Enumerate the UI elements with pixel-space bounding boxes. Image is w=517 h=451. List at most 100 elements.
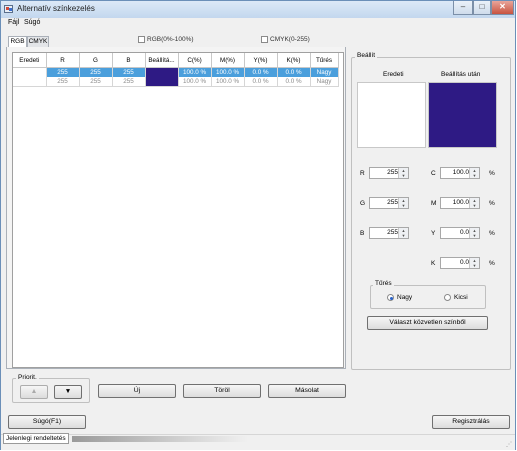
cell: 255 xyxy=(46,77,80,87)
after-label: Beállítás után xyxy=(441,71,481,78)
k-spinbox[interactable]: 0.0 ▲ ▼ xyxy=(440,257,480,269)
delete-button[interactable]: Töröl xyxy=(183,384,261,398)
c-percent: % xyxy=(489,170,495,177)
window-title: Alternatív színkezelés xyxy=(17,4,95,13)
cell-original-swatch xyxy=(13,77,47,87)
r-value: 255 xyxy=(387,169,398,176)
table-header: Eredeti R G B Beállítá... C(%) M(%) Y(%)… xyxy=(13,53,339,68)
k-label: K xyxy=(431,260,436,267)
cmyk-range-label: CMYK(0-255) xyxy=(270,36,310,43)
cell: 255 xyxy=(79,67,113,77)
col-original[interactable]: Eredeti xyxy=(13,53,47,68)
k-spin-arrows[interactable]: ▲ ▼ xyxy=(469,258,479,268)
copy-button[interactable]: Másolat xyxy=(268,384,346,398)
m-value: 100.0 xyxy=(452,199,469,206)
table-row[interactable]: 255 255 255 100.0 % 100.0 % 0.0 % 0.0 % … xyxy=(13,67,339,77)
k-percent: % xyxy=(489,260,495,267)
col-r[interactable]: R xyxy=(46,53,80,68)
b-label: B xyxy=(360,230,365,237)
pick-from-color-button[interactable]: Választ közvetlen színből xyxy=(367,316,488,330)
y-percent: % xyxy=(489,230,495,237)
maximize-button[interactable]: □ xyxy=(473,1,491,15)
y-spin-arrows[interactable]: ▲ ▼ xyxy=(469,228,479,238)
r-spinbox[interactable]: 255 ▲ ▼ xyxy=(369,167,409,179)
color-table-grid: Eredeti R G B Beállítá... C(%) M(%) Y(%)… xyxy=(13,53,339,87)
col-b[interactable]: B xyxy=(112,53,146,68)
minimize-button[interactable]: – xyxy=(453,1,473,15)
cell-setting-swatch xyxy=(145,67,179,77)
g-spinbox[interactable]: 255 ▲ ▼ xyxy=(369,197,409,209)
m-spin-arrows[interactable]: ▲ ▼ xyxy=(469,198,479,208)
col-g[interactable]: G xyxy=(79,53,113,68)
c-value: 100.0 xyxy=(452,169,469,176)
cmyk-range-checkbox[interactable] xyxy=(261,36,268,43)
g-label: G xyxy=(360,200,366,207)
tolerance-large-label: Nagy xyxy=(397,294,413,301)
close-button[interactable]: ✕ xyxy=(491,1,514,15)
cell: 255 xyxy=(79,77,113,87)
cell: 0.0 % xyxy=(244,77,278,87)
y-spinbox[interactable]: 0.0 ▲ ▼ xyxy=(440,227,480,239)
g-spin-arrows[interactable]: ▲ ▼ xyxy=(398,198,408,208)
original-label: Eredeti xyxy=(383,71,404,78)
b-spinbox[interactable]: 255 ▲ ▼ xyxy=(369,227,409,239)
r-label: R xyxy=(360,170,365,177)
cell-setting-swatch xyxy=(145,77,179,87)
settings-label: Beállít xyxy=(355,52,378,59)
r-spin-arrows[interactable]: ▲ ▼ xyxy=(398,168,408,178)
cell: 100.0 % xyxy=(211,67,245,77)
rgb-percent-label: RGB(0%-100%) xyxy=(147,36,194,43)
cell: 0.0 % xyxy=(277,77,311,87)
col-tolerance[interactable]: Tűrés xyxy=(310,53,339,68)
k-value: 0.0 xyxy=(459,259,469,266)
y-value: 0.0 xyxy=(459,229,469,236)
status-text: Jelenlegi rendeltetés xyxy=(3,433,69,444)
cell: 255 xyxy=(112,67,146,77)
cell: 255 xyxy=(112,77,146,87)
m-spinbox[interactable]: 100.0 ▲ ▼ xyxy=(440,197,480,209)
rgb-percent-checkbox[interactable] xyxy=(138,36,145,43)
priority-up-button[interactable]: ▲ xyxy=(20,385,48,399)
menu-file[interactable]: Fájl xyxy=(8,19,19,26)
col-m[interactable]: M(%) xyxy=(211,53,245,68)
table-row[interactable]: 255 255 255 100.0 % 100.0 % 0.0 % 0.0 % … xyxy=(13,77,339,87)
register-button[interactable]: Regisztrálás xyxy=(432,415,510,429)
original-color-preview xyxy=(357,82,426,148)
cell: 100.0 % xyxy=(211,77,245,87)
app-icon xyxy=(4,5,13,13)
cell: 0.0 % xyxy=(244,67,278,77)
tolerance-label: Tűrés xyxy=(373,280,394,287)
color-table[interactable]: Eredeti R G B Beállítá... C(%) M(%) Y(%)… xyxy=(12,52,344,368)
new-button[interactable]: Új xyxy=(98,384,176,398)
cell: 0.0 % xyxy=(277,67,311,77)
m-label: M xyxy=(431,200,437,207)
cell: 255 xyxy=(46,67,80,77)
priority-down-button[interactable]: ▼ xyxy=(54,385,82,399)
tab-cmyk[interactable]: CMYK xyxy=(27,36,49,47)
y-label: Y xyxy=(431,230,436,237)
help-button[interactable]: Súgó(F1) xyxy=(8,415,86,429)
menu-help[interactable]: Súgó xyxy=(24,19,40,26)
c-label: C xyxy=(431,170,436,177)
m-percent: % xyxy=(489,200,495,207)
col-k[interactable]: K(%) xyxy=(277,53,311,68)
resize-grip-icon[interactable]: ⋰ xyxy=(506,441,512,448)
col-setting[interactable]: Beállítá... xyxy=(145,53,179,68)
b-value: 255 xyxy=(387,229,398,236)
cell-original-swatch xyxy=(13,67,47,77)
b-spin-arrows[interactable]: ▲ ▼ xyxy=(398,228,408,238)
tolerance-small-label: Kicsi xyxy=(454,294,468,301)
c-spin-arrows[interactable]: ▲ ▼ xyxy=(469,168,479,178)
cell: Nagy xyxy=(310,67,339,77)
cell: 100.0 % xyxy=(178,67,212,77)
c-spinbox[interactable]: 100.0 ▲ ▼ xyxy=(440,167,480,179)
col-y[interactable]: Y(%) xyxy=(244,53,278,68)
col-c[interactable]: C(%) xyxy=(178,53,212,68)
cell: 100.0 % xyxy=(178,77,212,87)
status-progress xyxy=(72,436,248,442)
adjusted-color-preview xyxy=(428,82,497,148)
priority-label: Priorit. xyxy=(16,374,39,381)
tolerance-small-radio[interactable] xyxy=(444,294,451,301)
tolerance-large-radio[interactable] xyxy=(387,294,394,301)
cell: Nagy xyxy=(310,77,339,87)
